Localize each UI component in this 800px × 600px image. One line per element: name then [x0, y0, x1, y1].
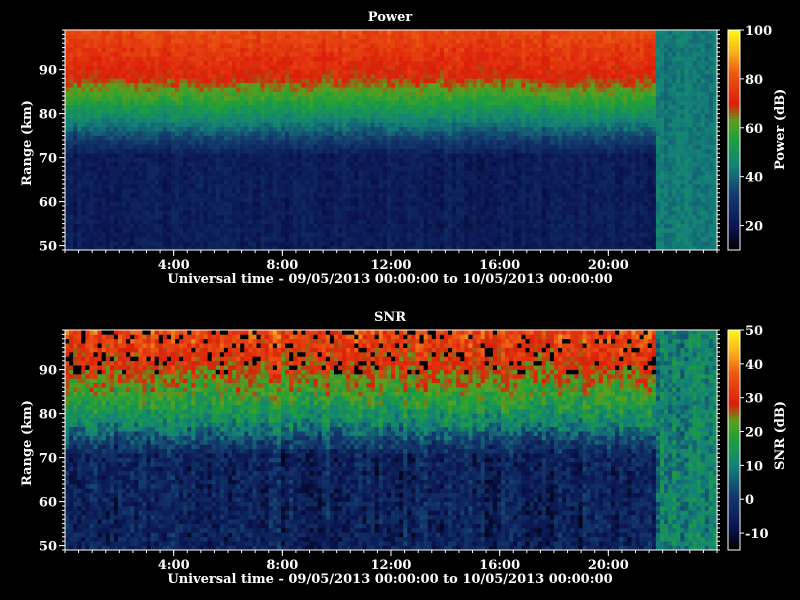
y-tick-label: 70: [39, 452, 57, 467]
y-tick-label: 60: [39, 496, 57, 511]
power-title: Power: [367, 10, 413, 25]
colorbar-tick-label: 60: [745, 122, 763, 137]
colorbar-tick-label: 40: [745, 171, 763, 186]
power-heatmap: [65, 30, 718, 251]
y-tick-label: 50: [39, 540, 57, 555]
power-colorbar-label: Power (dB): [773, 88, 788, 170]
colorbar-tick-label: 80: [745, 73, 763, 88]
colorbar-tick-label: 0: [745, 493, 754, 508]
colorbar-tick-label: 100: [745, 24, 772, 39]
colorbar-tick-label: 30: [745, 392, 763, 407]
snr-plot: 50 60 70 80 90 4:00 8:00 12:00 16:00 20:00 -10 0 10 2…: [39, 324, 769, 573]
x-tick-label: 12:00: [371, 258, 412, 273]
x-tick-label: 16:00: [479, 258, 520, 273]
snr-y-axis-label: Range (km): [20, 400, 35, 486]
power-plot: 50 60 70 80 90 4:00 8:00 12:00 16:00 20:00 20 40 60 8…: [39, 24, 772, 273]
colorbar-tick-label: 40: [745, 358, 763, 373]
x-tick-label: 16:00: [479, 558, 520, 573]
y-tick-label: 80: [39, 108, 57, 123]
y-tick-label: 70: [39, 152, 57, 167]
x-tick-label: 8:00: [266, 258, 298, 273]
y-tick-label: 50: [39, 240, 57, 255]
x-tick-label: 20:00: [588, 558, 629, 573]
x-tick-label: 20:00: [588, 258, 629, 273]
power-x-axis-label: Universal time - 09/05/2013 00:00:00 to …: [167, 272, 613, 287]
snr-colorbar: [728, 330, 740, 551]
colorbar-tick-label: 20: [745, 426, 763, 441]
colorbar-tick-label: -10: [745, 527, 769, 542]
snr-panel: 50 60 70 80 90 4:00 8:00 12:00 16:00 20:00 -10 0 10 2…: [0, 300, 800, 600]
snr-x-axis-label: Universal time - 09/05/2013 00:00:00 to …: [167, 572, 613, 587]
power-y-axis-label: Range (km): [20, 100, 35, 186]
colorbar-tick-label: 50: [745, 324, 763, 339]
power-panel: 50 60 70 80 90 4:00 8:00 12:00 16:00 20:00 20 40 60 8…: [0, 0, 800, 300]
colorbar-tick-label: 10: [745, 459, 763, 474]
snr-heatmap: [65, 330, 718, 551]
colorbar-tick-label: 20: [745, 220, 763, 235]
power-colorbar: [728, 30, 740, 251]
snr-colorbar-label: SNR (dB): [773, 401, 788, 470]
x-tick-label: 8:00: [266, 558, 298, 573]
y-tick-label: 90: [39, 364, 57, 379]
y-tick-label: 90: [39, 64, 57, 79]
snr-title: SNR: [373, 310, 407, 325]
y-tick-label: 80: [39, 408, 57, 423]
x-tick-label: 4:00: [158, 258, 190, 273]
y-tick-label: 60: [39, 196, 57, 211]
x-tick-label: 4:00: [158, 558, 190, 573]
x-tick-label: 12:00: [371, 558, 412, 573]
